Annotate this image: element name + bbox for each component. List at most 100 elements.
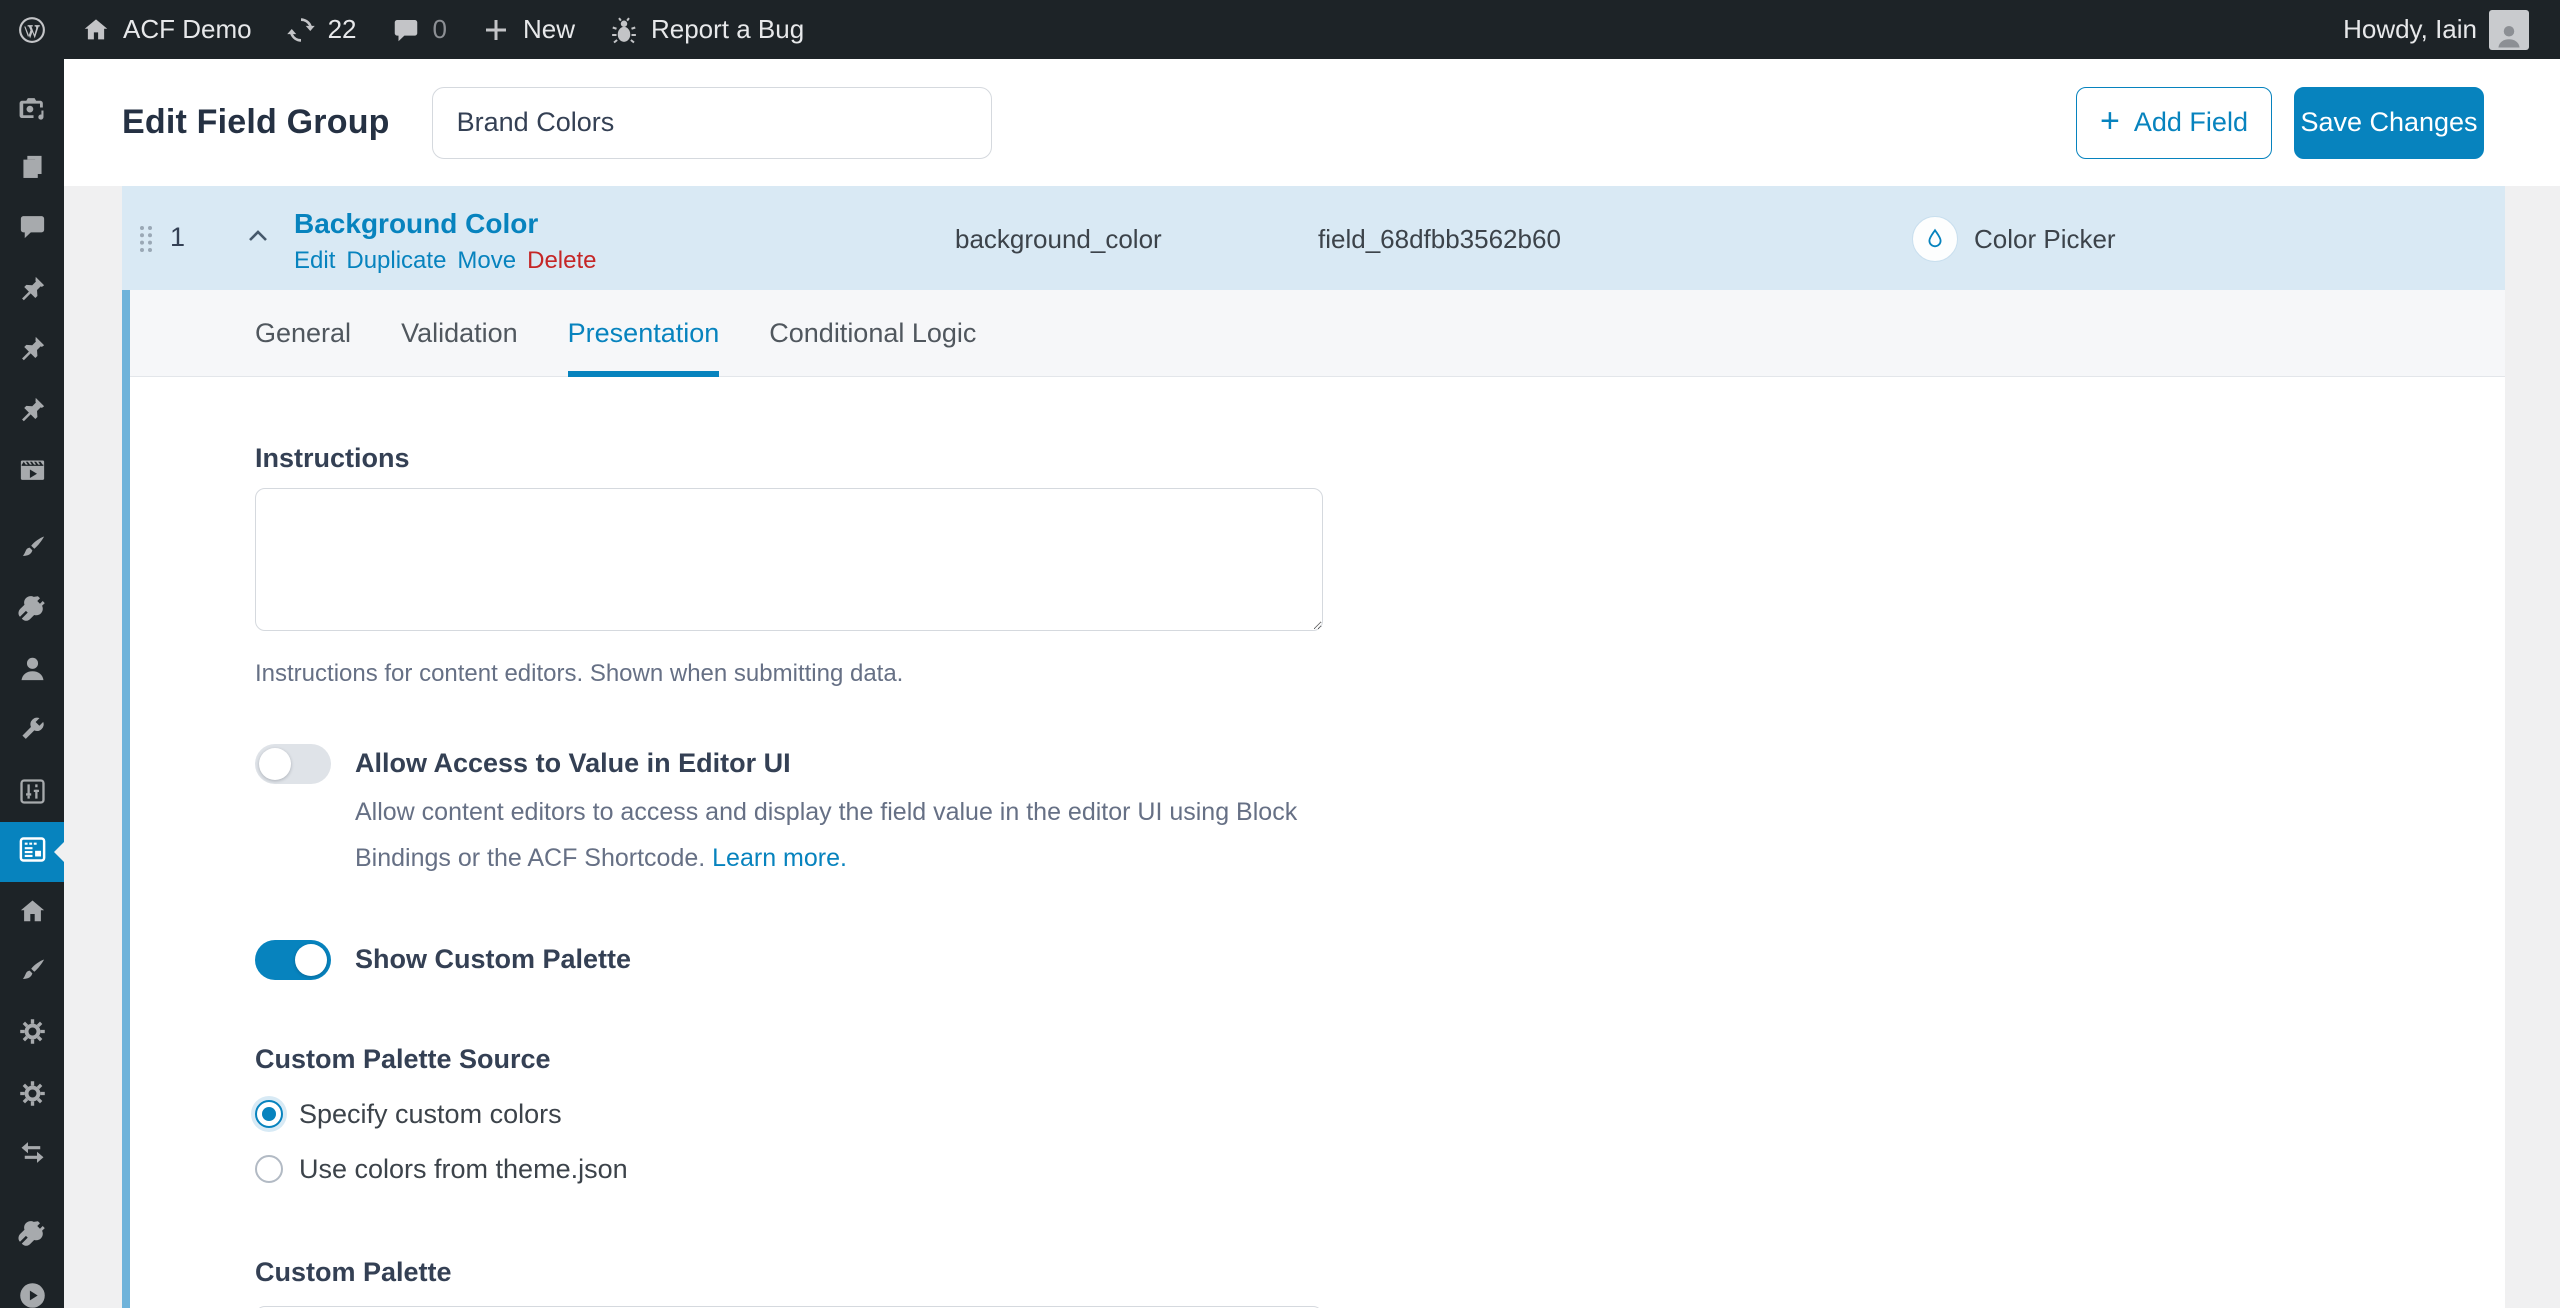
sidebar-item-tools[interactable] [0, 702, 64, 762]
tab-conditional-logic[interactable]: Conditional Logic [769, 290, 976, 377]
settings-sliders-icon [17, 776, 48, 812]
sidebar-item-cpt-3[interactable] [0, 382, 64, 442]
play-circle-icon [17, 1280, 48, 1308]
radio-specify-custom-colors[interactable]: Specify custom colors [255, 1099, 2505, 1130]
field-type-label: Color Picker [1974, 224, 2116, 255]
radio-unchecked-icon[interactable] [255, 1155, 283, 1183]
sidebar-item-options-1[interactable] [0, 1004, 64, 1064]
field-settings-accent-border [122, 290, 130, 1308]
field-actions: Edit Duplicate Move Delete [294, 247, 596, 275]
edit-field-link[interactable]: Edit [294, 247, 335, 275]
admin-bar: ACF Demo 22 0 New Report a Bug Howdy, Ia… [0, 0, 2560, 59]
field-settings-content: Instructions Instructions for content ed… [130, 377, 2505, 1308]
field-name: background_color [955, 224, 1162, 255]
radio-label: Specify custom colors [299, 1099, 562, 1130]
custom-palette-label: Custom Palette [255, 1257, 2505, 1288]
sidebar-item-home[interactable] [0, 884, 64, 944]
swap-arrows-icon [17, 1137, 48, 1173]
comments-icon [17, 211, 48, 247]
plus-icon: + [2100, 104, 2120, 138]
video-icon [17, 454, 48, 490]
sidebar-item-options-2[interactable] [0, 1066, 64, 1126]
plus-icon [481, 15, 511, 45]
add-field-button[interactable]: + Add Field [2076, 87, 2272, 159]
appearance-brush-icon [17, 532, 48, 568]
users-icon [17, 653, 48, 689]
tab-general[interactable]: General [255, 290, 351, 377]
delete-field-link[interactable]: Delete [527, 247, 596, 275]
gear-icon [17, 1078, 48, 1114]
field-title-link[interactable]: Background Color [294, 208, 596, 240]
field-key: field_68dfbb3562b60 [1318, 224, 1561, 255]
updates-menu-item[interactable]: 22 [269, 0, 374, 59]
sidebar-item-video[interactable] [0, 442, 64, 502]
tab-presentation[interactable]: Presentation [568, 290, 720, 377]
field-settings-tabbar: General Validation Presentation Conditio… [130, 290, 2505, 377]
allow-access-toggle[interactable] [255, 744, 331, 784]
sidebar-item-acf[interactable] [0, 822, 64, 882]
duplicate-field-link[interactable]: Duplicate [346, 247, 446, 275]
home-icon [17, 896, 48, 932]
page-title: Edit Field Group [122, 103, 390, 142]
sidebar-item-pages[interactable] [0, 140, 64, 200]
comments-icon [391, 15, 421, 45]
account-menu-item[interactable]: Howdy, Iain [2326, 10, 2546, 50]
acf-icon [17, 834, 48, 870]
new-label: New [523, 14, 575, 45]
custom-palette-source-label: Custom Palette Source [255, 1044, 2505, 1075]
howdy-text: Howdy, Iain [2343, 14, 2477, 45]
radio-use-theme-json[interactable]: Use colors from theme.json [255, 1154, 2505, 1185]
sidebar-item-migrate[interactable] [0, 1125, 64, 1185]
tab-validation[interactable]: Validation [401, 290, 518, 377]
gear-icon [17, 1016, 48, 1052]
instructions-label: Instructions [255, 443, 2505, 474]
comments-menu-item[interactable]: 0 [374, 0, 464, 59]
collapse-field-button[interactable] [242, 220, 274, 252]
avatar [2489, 10, 2529, 50]
drag-handle[interactable] [138, 224, 154, 254]
updates-icon [286, 15, 316, 45]
field-group-title-input[interactable] [432, 87, 992, 159]
sidebar-item-media[interactable] [0, 81, 64, 141]
sidebar-item-cpt-1[interactable] [0, 261, 64, 321]
plugins-icon [17, 593, 48, 629]
plug-icon [17, 1218, 48, 1254]
pin-icon [17, 333, 48, 369]
tools-wrench-icon [17, 714, 48, 750]
sidebar-item-settings[interactable] [0, 764, 64, 824]
wordpress-logo[interactable] [0, 0, 64, 59]
field-type: Color Picker [1912, 216, 2116, 262]
sidebar-item-plugins[interactable] [0, 581, 64, 641]
sidebar-item-appearance[interactable] [0, 520, 64, 580]
new-menu-item[interactable]: New [464, 0, 592, 59]
instructions-textarea[interactable] [255, 488, 1323, 631]
chevron-up-icon [242, 220, 274, 252]
add-field-label: Add Field [2134, 107, 2248, 138]
pin-icon [17, 394, 48, 430]
pin-icon [17, 273, 48, 309]
move-field-link[interactable]: Move [457, 247, 516, 275]
bug-icon [609, 15, 639, 45]
sidebar-item-comments[interactable] [0, 199, 64, 259]
show-custom-palette-label: Show Custom Palette [355, 944, 631, 975]
site-menu-item[interactable]: ACF Demo [64, 0, 269, 59]
home-icon [81, 15, 111, 45]
show-custom-palette-toggle[interactable] [255, 940, 331, 980]
report-bug-menu-item[interactable]: Report a Bug [592, 0, 821, 59]
media-icon [17, 93, 48, 129]
sidebar-item-cpt-2[interactable] [0, 321, 64, 381]
radio-checked-icon[interactable] [255, 1100, 283, 1128]
admin-sidebar [0, 0, 64, 1308]
show-custom-palette-setting: Show Custom Palette [255, 940, 2505, 980]
brush-icon [17, 955, 48, 991]
learn-more-link[interactable]: Learn more. [712, 844, 847, 872]
sidebar-item-theme-tools[interactable] [0, 943, 64, 1003]
report-bug-label: Report a Bug [651, 14, 804, 45]
sidebar-item-plugin-extra[interactable] [0, 1206, 64, 1266]
field-row: 1 Background Color Edit Duplicate Move D… [122, 186, 2505, 290]
field-order: 1 [170, 222, 185, 253]
sidebar-item-video-tutorials[interactable] [0, 1268, 64, 1308]
sidebar-item-users[interactable] [0, 641, 64, 701]
save-changes-button[interactable]: Save Changes [2294, 87, 2484, 159]
droplet-icon [1923, 227, 1947, 251]
